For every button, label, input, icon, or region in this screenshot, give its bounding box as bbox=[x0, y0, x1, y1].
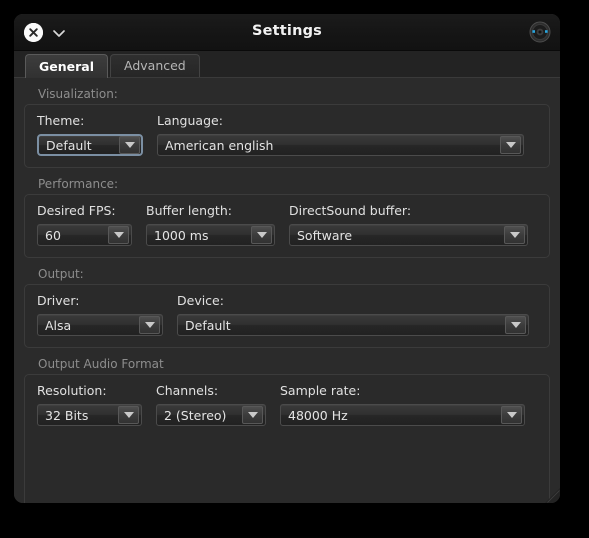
group-title-output: Output: bbox=[38, 267, 84, 281]
label-theme: Theme: bbox=[37, 113, 85, 128]
label-language: Language: bbox=[157, 113, 223, 128]
tab-general[interactable]: General bbox=[25, 54, 108, 78]
field-buffer-length: Buffer length: 1000 ms bbox=[146, 203, 275, 246]
chevron-down-icon[interactable] bbox=[501, 406, 522, 424]
chevron-down-icon[interactable] bbox=[119, 136, 140, 154]
chevron-down-icon[interactable] bbox=[251, 226, 272, 244]
combo-device[interactable]: Default bbox=[177, 314, 529, 336]
group-body-performance: Desired FPS: 60 Buffer length: 1000 ms D… bbox=[24, 194, 550, 258]
label-directsound-buffer: DirectSound buffer: bbox=[289, 203, 412, 218]
combo-theme-value: Default bbox=[46, 137, 92, 153]
combo-language-value: American english bbox=[165, 137, 274, 153]
tab-bar: General Advanced bbox=[14, 51, 560, 78]
speaker-knob-icon[interactable] bbox=[529, 21, 551, 43]
resize-grip[interactable] bbox=[543, 486, 560, 503]
combo-resolution[interactable]: 32 Bits bbox=[37, 404, 142, 426]
label-sample-rate: Sample rate: bbox=[280, 383, 361, 398]
combo-sample-rate[interactable]: 48000 Hz bbox=[280, 404, 525, 426]
field-driver: Driver: Alsa bbox=[37, 293, 163, 336]
chevron-down-icon[interactable] bbox=[504, 226, 525, 244]
window-titlebar[interactable]: Settings bbox=[14, 14, 560, 51]
field-directsound-buffer: DirectSound buffer: Software bbox=[289, 203, 528, 246]
label-resolution: Resolution: bbox=[37, 383, 107, 398]
field-channels: Channels: 2 (Stereo) bbox=[156, 383, 266, 426]
chevron-down-icon[interactable] bbox=[500, 136, 521, 154]
combo-desired-fps-value: 60 bbox=[45, 227, 61, 243]
combo-resolution-value: 32 Bits bbox=[45, 407, 89, 423]
label-driver: Driver: bbox=[37, 293, 80, 308]
group-title-output-audio-format: Output Audio Format bbox=[38, 357, 164, 371]
field-language: Language: American english bbox=[157, 113, 524, 156]
label-channels: Channels: bbox=[156, 383, 219, 398]
settings-window: Settings General Advanced Visualization:… bbox=[14, 14, 560, 503]
combo-channels[interactable]: 2 (Stereo) bbox=[156, 404, 266, 426]
group-body-output: Driver: Alsa Device: Default bbox=[24, 284, 550, 348]
group-body-visualization: Theme: Default Language: American englis… bbox=[24, 104, 550, 168]
group-body-output-audio-format: Resolution: 32 Bits Channels: 2 (Stereo)… bbox=[24, 374, 550, 503]
chevron-down-icon[interactable] bbox=[139, 316, 160, 334]
combo-directsound-buffer[interactable]: Software bbox=[289, 224, 528, 246]
tab-advanced[interactable]: Advanced bbox=[110, 54, 200, 77]
field-device: Device: Default bbox=[177, 293, 529, 336]
combo-driver-value: Alsa bbox=[45, 317, 72, 333]
group-output-audio-format: Output Audio Format Resolution: 32 Bits … bbox=[24, 357, 550, 503]
chevron-down-icon[interactable] bbox=[505, 316, 526, 334]
chevron-down-icon[interactable] bbox=[108, 226, 129, 244]
combo-device-value: Default bbox=[185, 317, 231, 333]
combo-desired-fps[interactable]: 60 bbox=[37, 224, 132, 246]
group-title-visualization: Visualization: bbox=[38, 87, 118, 101]
combo-directsound-buffer-value: Software bbox=[297, 227, 353, 243]
group-visualization: Visualization: Theme: Default Language: … bbox=[24, 87, 550, 168]
group-title-performance: Performance: bbox=[38, 177, 119, 191]
combo-language[interactable]: American english bbox=[157, 134, 524, 156]
group-performance: Performance: Desired FPS: 60 Buffer leng… bbox=[24, 177, 550, 258]
label-device: Device: bbox=[177, 293, 224, 308]
combo-channels-value: 2 (Stereo) bbox=[164, 407, 227, 423]
field-desired-fps: Desired FPS: 60 bbox=[37, 203, 132, 246]
label-buffer-length: Buffer length: bbox=[146, 203, 232, 218]
field-resolution: Resolution: 32 Bits bbox=[37, 383, 142, 426]
field-theme: Theme: Default bbox=[37, 113, 143, 156]
combo-driver[interactable]: Alsa bbox=[37, 314, 163, 336]
group-output: Output: Driver: Alsa Device: Default bbox=[24, 267, 550, 348]
chevron-down-icon[interactable] bbox=[118, 406, 139, 424]
window-title: Settings bbox=[251, 23, 323, 39]
combo-buffer-length[interactable]: 1000 ms bbox=[146, 224, 275, 246]
field-sample-rate: Sample rate: 48000 Hz bbox=[280, 383, 525, 426]
label-desired-fps: Desired FPS: bbox=[37, 203, 116, 218]
combo-buffer-length-value: 1000 ms bbox=[154, 227, 209, 243]
chevron-down-icon[interactable] bbox=[242, 406, 263, 424]
combo-theme[interactable]: Default bbox=[37, 134, 143, 156]
settings-content: Visualization: Theme: Default Language: … bbox=[14, 78, 560, 503]
combo-sample-rate-value: 48000 Hz bbox=[288, 407, 348, 423]
